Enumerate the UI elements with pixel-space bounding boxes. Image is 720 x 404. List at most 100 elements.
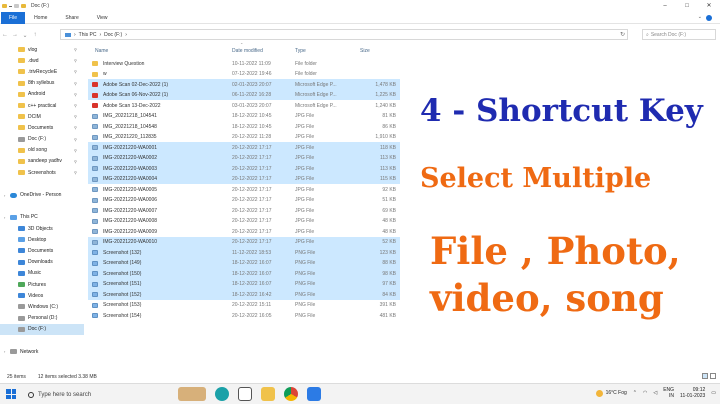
large-icons-view-icon[interactable]: [710, 373, 716, 379]
file-row[interactable]: IMG-20221220-WA0005 20-12-2022 17:17 JPG F…: [88, 184, 400, 195]
file-row[interactable]: IMG-20221220-WA0006 20-12-2022 17:17 JPG F…: [88, 195, 400, 206]
refresh-icon[interactable]: ↻: [620, 31, 625, 38]
up-icon[interactable]: ↑: [30, 32, 40, 38]
tray-chevron-icon[interactable]: ⌃: [633, 390, 637, 396]
nav-item[interactable]: Videos: [0, 290, 84, 301]
jpg-file-icon: [92, 145, 98, 150]
column-type[interactable]: Type: [295, 48, 306, 54]
file-row[interactable]: Adobe Scan 06-Nov-2022 (1) 06-11-2022 16:…: [88, 89, 400, 100]
file-row[interactable]: IMG-20221220-WA0003 20-12-2022 17:17 JPG F…: [88, 163, 400, 174]
language-indicator[interactable]: ENG IN: [663, 387, 674, 399]
nav-item[interactable]: Desktop: [0, 234, 84, 245]
minimize-button[interactable]: –: [654, 0, 676, 12]
file-row[interactable]: Screenshot (149) 18-12-2022 16:07 PNG File…: [88, 257, 400, 268]
tab-home[interactable]: Home: [25, 12, 56, 24]
column-name[interactable]: Name: [95, 48, 108, 54]
nav-item[interactable]: .dwd ⚲: [0, 55, 84, 66]
file-row[interactable]: IMG-20221220-WA0007 20-12-2022 17:17 JPG F…: [88, 205, 400, 216]
file-row[interactable]: IMG-20221220-WA0001 20-12-2022 17:17 JPG F…: [88, 142, 400, 153]
file-row[interactable]: Adobe Scan 13-Dec-2022 03-01-2023 20:07 Mi…: [88, 100, 400, 111]
close-button[interactable]: ✕: [698, 0, 720, 12]
file-row[interactable]: IMG_20221220_112835 20-12-2022 11:28 JPG F…: [88, 132, 400, 143]
file-row[interactable]: Screenshot (153) 20-12-2022 15:11 PNG File…: [88, 300, 400, 311]
file-row[interactable]: Screenshot (150) 18-12-2022 16:07 PNG File…: [88, 268, 400, 279]
file-row[interactable]: IMG-20221220-WA0002 20-12-2022 17:17 JPG F…: [88, 152, 400, 163]
nav-item[interactable]: › Network: [0, 346, 84, 357]
clock[interactable]: 09:12 11-01-2023: [680, 387, 705, 399]
breadcrumb-this-pc[interactable]: This PC: [79, 32, 97, 38]
notifications-icon[interactable]: ▭: [711, 390, 716, 396]
column-date-modified[interactable]: Date modified: [232, 48, 263, 54]
file-row[interactable]: Interview Question 10-11-2022 11:09 File f…: [88, 58, 400, 69]
system-tray: 16°C Fog ⌃ ◠ ◁ ENG IN 09:12 11-01-2023 ▭: [595, 387, 716, 399]
nav-item[interactable]: c++ practical ⚲: [0, 100, 84, 111]
windows-start-icon[interactable]: [6, 389, 16, 399]
details-view-icon[interactable]: [702, 373, 708, 379]
forward-icon[interactable]: →: [10, 32, 20, 38]
nav-item[interactable]: Android ⚲: [0, 89, 84, 100]
address-bar[interactable]: › This PC › Doc (F:) › ↻: [60, 29, 628, 40]
taskbar-search[interactable]: Type here to search: [28, 388, 168, 401]
file-row[interactable]: Screenshot (152) 18-12-2022 16:42 PNG File…: [88, 289, 400, 300]
expand-arrow-icon[interactable]: ›: [4, 349, 5, 354]
expand-arrow-icon[interactable]: ›: [4, 215, 5, 220]
file-row[interactable]: IMG-20221220-WA0004 20-12-2022 17:17 JPG F…: [88, 173, 400, 184]
nav-item[interactable]: Doc (F:): [0, 323, 84, 335]
file-row[interactable]: IMG_20221218_104548 18-12-2022 10:45 JPG F…: [88, 121, 400, 132]
nav-item[interactable]: Personal (D:): [0, 313, 84, 324]
nav-item[interactable]: old song ⚲: [0, 145, 84, 156]
file-row[interactable]: IMG-20221220-WA0009 20-12-2022 17:17 JPG F…: [88, 226, 400, 237]
nav-item[interactable]: Music: [0, 268, 84, 279]
nav-item[interactable]: vlog ⚲: [0, 44, 84, 55]
nav-item[interactable]: Downloads: [0, 257, 84, 268]
nav-item[interactable]: Windows (C:): [0, 301, 84, 312]
breadcrumb-doc[interactable]: Doc (F:): [104, 32, 122, 38]
chrome-icon[interactable]: [284, 387, 298, 401]
file-explorer-icon[interactable]: [261, 387, 275, 401]
nav-item[interactable]: Screenshots ⚲: [0, 167, 84, 178]
weather-widget[interactable]: 16°C Fog: [595, 389, 627, 397]
file-size: 48 KB: [382, 218, 396, 224]
nav-item[interactable]: 3D Objects: [0, 223, 84, 234]
nav-item[interactable]: Doc (F:) ⚲: [0, 134, 84, 145]
wifi-icon[interactable]: ◠: [643, 390, 647, 396]
search-input[interactable]: ⌕ Search Doc (F:): [642, 29, 716, 40]
task-view-icon[interactable]: [238, 387, 252, 401]
png-file-icon: [92, 302, 98, 308]
volume-icon[interactable]: ◁: [653, 390, 657, 396]
file-row[interactable]: Screenshot (132) 11-12-2022 18:53 PNG File…: [88, 247, 400, 258]
expand-ribbon-icon[interactable]: ⌄: [698, 14, 702, 20]
nav-item[interactable]: Pictures: [0, 279, 84, 290]
column-size[interactable]: Size: [360, 48, 370, 54]
maximize-button[interactable]: □: [676, 0, 698, 12]
nav-item[interactable]: › OneDrive - Person: [0, 189, 84, 200]
new-folder-icon[interactable]: [21, 4, 26, 8]
properties-icon[interactable]: [14, 4, 19, 8]
file-row[interactable]: Adobe Scan 02-Dec-2022 (1) 02-01-2023 20:…: [88, 79, 400, 90]
file-date: 18-12-2022 16:42: [232, 291, 272, 298]
file-row[interactable]: IMG-20221220-WA0010 20-12-2022 17:17 JPG F…: [88, 236, 400, 247]
back-icon[interactable]: ←: [0, 32, 10, 38]
file-row[interactable]: Screenshot (151) 18-12-2022 16:07 PNG File…: [88, 278, 400, 289]
food-thumbnail-icon[interactable]: [178, 387, 206, 401]
nav-item[interactable]: DCIM ⚲: [0, 111, 84, 122]
file-row[interactable]: Screenshot (154) 20-12-2022 16:05 PNG File…: [88, 310, 400, 321]
file-row[interactable]: w 07-12-2022 19:46 File folder: [88, 69, 400, 80]
file-row[interactable]: IMG_20221218_104541 18-12-2022 10:45 JPG F…: [88, 111, 400, 122]
selection-info: 12 items selected 3.38 MB: [37, 374, 97, 380]
nav-item[interactable]: Documents ⚲: [0, 122, 84, 133]
help-icon[interactable]: [706, 15, 712, 21]
expand-arrow-icon[interactable]: ›: [4, 193, 5, 198]
nav-item[interactable]: Documents: [0, 245, 84, 256]
nav-item[interactable]: .trivRecycleE ⚲: [0, 66, 84, 77]
nav-item[interactable]: 8th syllebus ⚲: [0, 78, 84, 89]
recent-locations-icon[interactable]: ⌄: [20, 32, 30, 39]
tab-view[interactable]: View: [88, 12, 117, 24]
tab-share[interactable]: Share: [56, 12, 87, 24]
tab-file[interactable]: File: [1, 11, 26, 24]
nav-item[interactable]: › This PC: [0, 212, 84, 223]
nav-item[interactable]: sandeep yadhv ⚲: [0, 156, 84, 167]
edge-icon[interactable]: [215, 387, 229, 401]
app-icon[interactable]: [307, 387, 321, 401]
file-row[interactable]: IMG-20221220-WA0008 20-12-2022 17:17 JPG F…: [88, 216, 400, 227]
